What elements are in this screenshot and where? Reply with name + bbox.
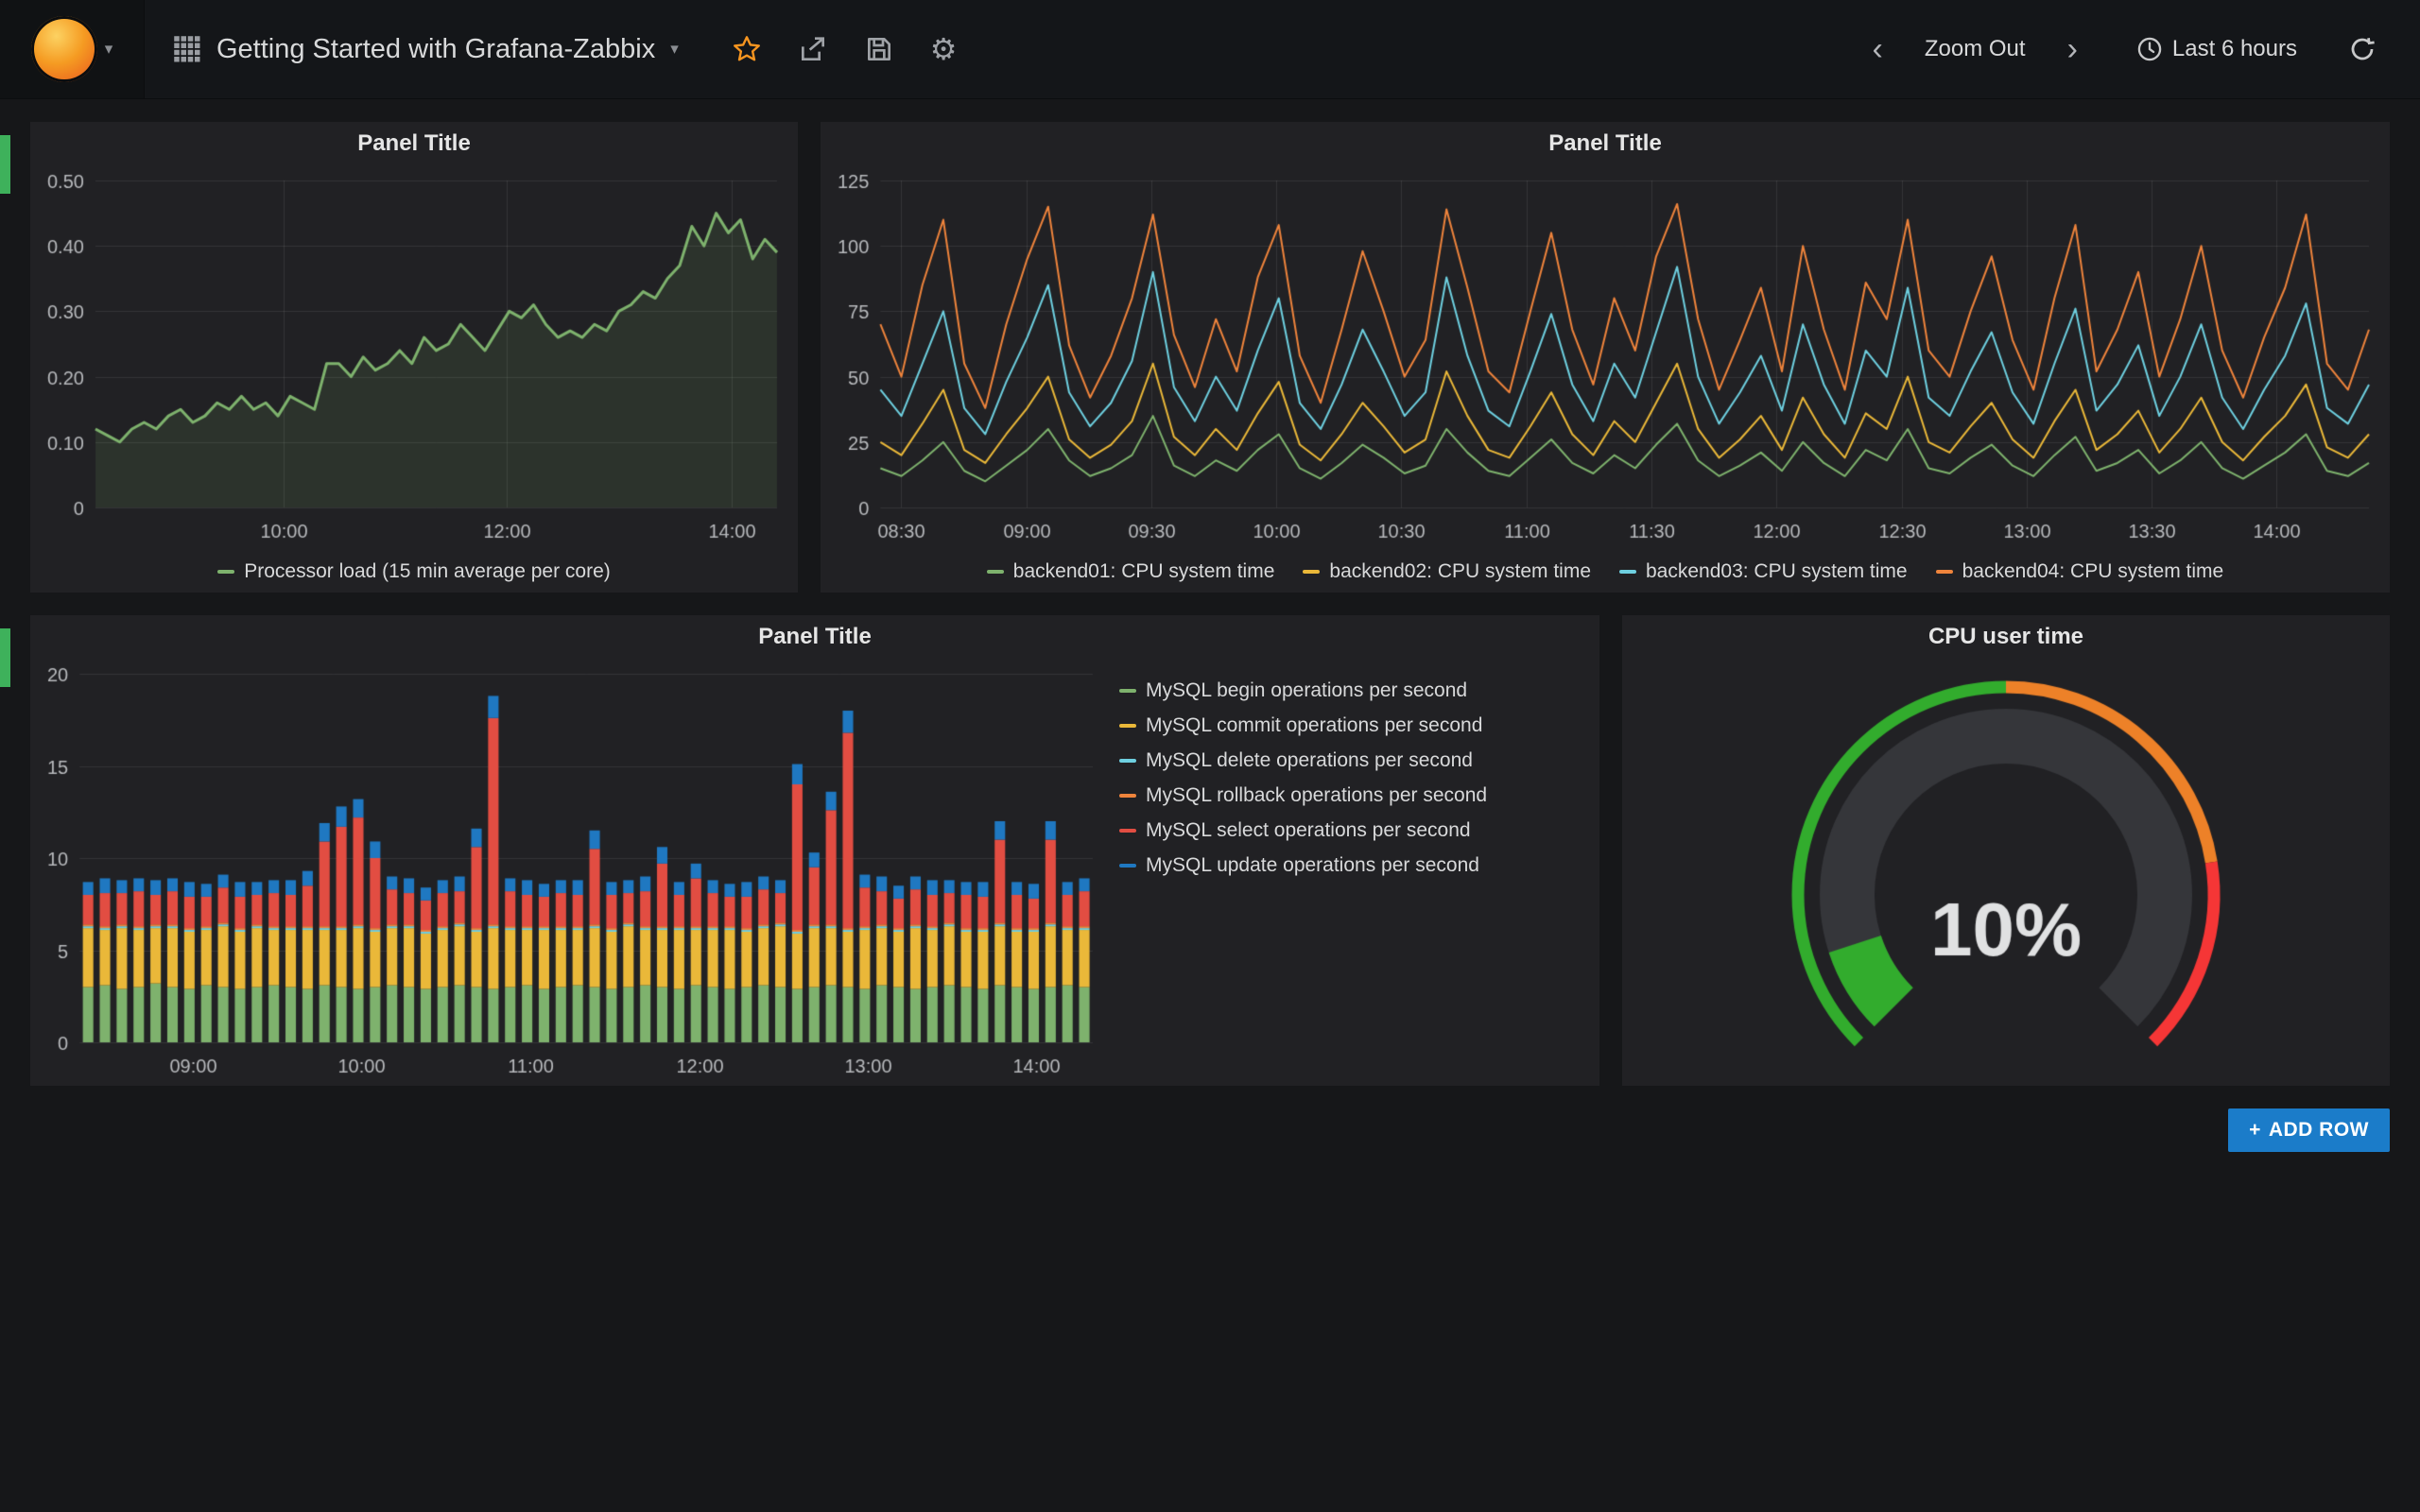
row-menu-tab[interactable]	[0, 628, 10, 687]
legend-item[interactable]: MySQL delete operations per second	[1119, 749, 1573, 772]
panel-title[interactable]: Panel Title	[30, 122, 798, 165]
legend-label: MySQL update operations per second	[1146, 854, 1479, 877]
caret-down-icon: ▾	[670, 40, 679, 59]
settings-button[interactable]: ⚙	[930, 34, 958, 64]
grafana-dashboard: ▾ Getting Started with Grafana-Zabbix ▾	[0, 0, 2420, 1512]
panel-body: MySQL begin operations per second MySQL c…	[30, 659, 1599, 1086]
legend-item[interactable]: MySQL update operations per second	[1119, 854, 1573, 877]
legend-color-chip	[1119, 794, 1136, 798]
legend-color-chip	[1119, 724, 1136, 728]
plus-icon: +	[2249, 1119, 2261, 1142]
legend-color-chip	[1119, 759, 1136, 763]
time-range-button[interactable]: Last 6 hours	[2131, 35, 2303, 63]
legend-label: backend04: CPU system time	[1962, 560, 2224, 583]
legend-label: backend01: CPU system time	[1013, 560, 1275, 583]
time-range-label: Last 6 hours	[2172, 36, 2297, 62]
star-button[interactable]	[732, 34, 762, 64]
gear-icon: ⚙	[930, 34, 958, 64]
zoom-out-button[interactable]: Zoom Out	[1919, 35, 2031, 63]
legend-color-chip	[1303, 570, 1320, 574]
legend-label: MySQL rollback operations per second	[1146, 784, 1487, 807]
legend-label: Processor load (15 min average per core)	[244, 560, 611, 583]
add-row-label: ADD ROW	[2269, 1119, 2369, 1142]
legend-item[interactable]: MySQL begin operations per second	[1119, 679, 1573, 702]
legend-color-chip	[1119, 864, 1136, 868]
panel-legend: MySQL begin operations per second MySQL c…	[1114, 659, 1599, 1086]
cpu-user-time-gauge[interactable]	[1622, 659, 2390, 1086]
mysql-operations-graph[interactable]	[30, 659, 1114, 1086]
share-icon	[798, 34, 828, 64]
legend-label: backend03: CPU system time	[1646, 560, 1908, 583]
legend-item[interactable]: MySQL select operations per second	[1119, 819, 1573, 842]
save-button[interactable]	[864, 34, 894, 64]
zoom-out-label: Zoom Out	[1925, 36, 2026, 62]
legend-color-chip	[1119, 829, 1136, 833]
legend-label: MySQL begin operations per second	[1146, 679, 1467, 702]
legend-item[interactable]: MySQL rollback operations per second	[1119, 784, 1573, 807]
dashboard-title: Getting Started with Grafana-Zabbix	[216, 34, 655, 65]
legend-color-chip	[1119, 689, 1136, 693]
legend-color-chip	[217, 570, 234, 574]
legend-item[interactable]: backend03: CPU system time	[1619, 560, 1908, 583]
legend-label: MySQL commit operations per second	[1146, 714, 1482, 737]
time-controls: ‹ Zoom Out › Last 6 hours	[1865, 32, 2420, 66]
panel-title[interactable]: Panel Title	[821, 122, 2390, 165]
panel-cpu-user-time: CPU user time	[1622, 615, 2390, 1086]
processor-load-graph[interactable]	[30, 165, 798, 551]
panel-title[interactable]: Panel Title	[30, 615, 1599, 659]
dashboard-row-2: Panel Title MySQL begin operations per s…	[30, 615, 2390, 1086]
legend-item[interactable]: MySQL commit operations per second	[1119, 714, 1573, 737]
row-menu-tab[interactable]	[0, 135, 10, 194]
grafana-menu-button[interactable]: ▾	[0, 0, 145, 98]
star-icon	[732, 34, 762, 64]
navbar: ▾ Getting Started with Grafana-Zabbix ▾	[0, 0, 2420, 99]
panel-legend: backend01: CPU system time backend02: CPU…	[821, 551, 2390, 593]
legend-label: MySQL delete operations per second	[1146, 749, 1473, 772]
legend-item[interactable]: Processor load (15 min average per core)	[217, 560, 611, 583]
clock-icon	[2136, 36, 2163, 62]
refresh-button[interactable]	[2342, 34, 2382, 64]
legend-color-chip	[1619, 570, 1636, 574]
legend-item[interactable]: backend04: CPU system time	[1936, 560, 2224, 583]
panel-processor-load: Panel Title Processor load (15 min avera…	[30, 122, 798, 593]
chevron-right-icon: ›	[2066, 33, 2080, 65]
dashboard-grid-icon	[173, 35, 201, 63]
legend-item[interactable]: backend02: CPU system time	[1303, 560, 1591, 583]
legend-color-chip	[987, 570, 1004, 574]
panel-cpu-system-time: Panel Title backend01: CPU system timeba…	[821, 122, 2390, 593]
add-row-bar: + ADD ROW	[30, 1108, 2390, 1152]
add-row-button[interactable]: + ADD ROW	[2228, 1108, 2390, 1152]
legend-item[interactable]: backend01: CPU system time	[987, 560, 1275, 583]
chevron-left-icon: ‹	[1871, 33, 1885, 65]
dashboard-picker[interactable]: Getting Started with Grafana-Zabbix ▾	[145, 34, 707, 65]
panel-mysql-operations: Panel Title MySQL begin operations per s…	[30, 615, 1599, 1086]
legend-label: backend02: CPU system time	[1329, 560, 1591, 583]
dashboard-row-1: Panel Title Processor load (15 min avera…	[30, 122, 2390, 593]
panel-legend: Processor load (15 min average per core)	[30, 551, 798, 593]
time-back-button[interactable]: ‹	[1865, 32, 1891, 66]
caret-down-icon: ▾	[105, 40, 113, 59]
dashboard-body: Panel Title Processor load (15 min avera…	[0, 99, 2420, 1152]
legend-color-chip	[1936, 570, 1953, 574]
share-button[interactable]	[798, 34, 828, 64]
legend-label: MySQL select operations per second	[1146, 819, 1471, 842]
grafana-logo	[31, 16, 97, 82]
cpu-system-time-graph[interactable]	[821, 165, 2390, 551]
dashboard-actions: ⚙	[732, 34, 958, 64]
panel-title[interactable]: CPU user time	[1622, 615, 2390, 659]
time-forward-button[interactable]: ›	[2060, 32, 2085, 66]
save-icon	[864, 34, 894, 64]
refresh-icon	[2348, 35, 2377, 63]
